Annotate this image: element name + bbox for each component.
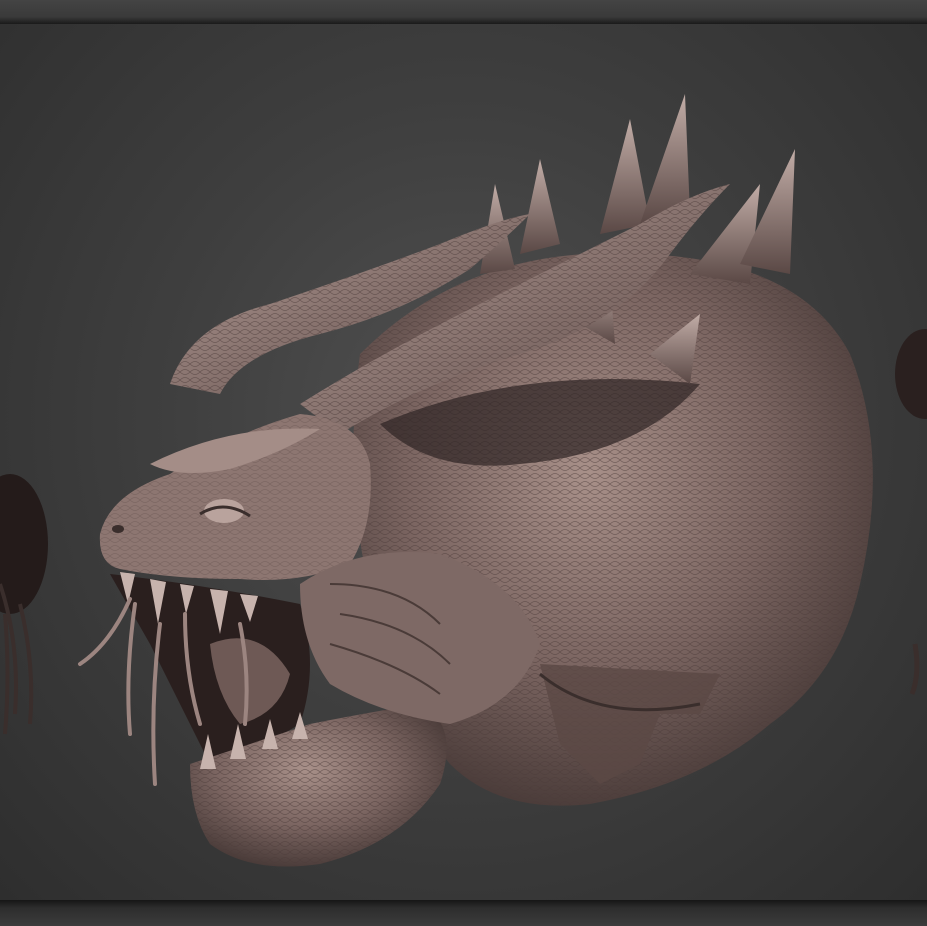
sculpt-viewport[interactable] <box>0 24 927 900</box>
right-dragon-partial <box>895 329 927 695</box>
bottom-toolbar-strip <box>0 900 927 926</box>
dragon-head <box>99 414 371 580</box>
left-dragon-partial <box>0 474 48 735</box>
dragon-render <box>0 94 927 867</box>
window-frame <box>0 0 927 926</box>
dragon-jaw <box>110 552 540 867</box>
top-toolbar-strip <box>0 0 927 24</box>
